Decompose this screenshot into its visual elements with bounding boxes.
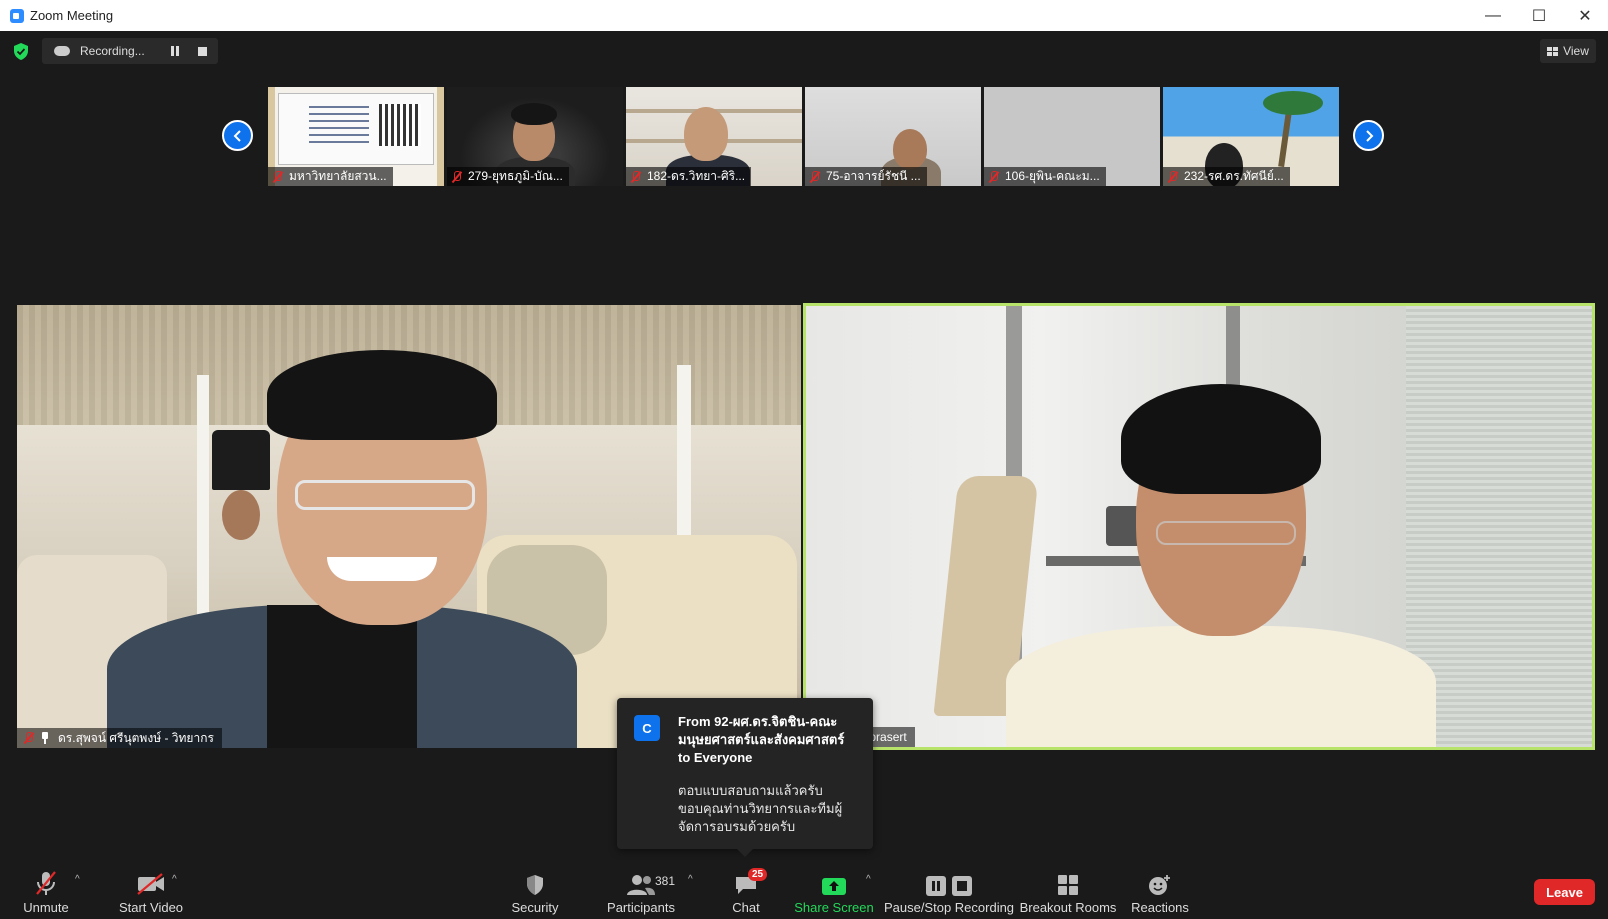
- share-options-caret[interactable]: ^: [866, 874, 871, 885]
- chevron-right-icon: [1365, 129, 1373, 142]
- participant-name: ดร.สุพจน์ ศรีนุตพงษ์ - วิทยากร: [58, 730, 214, 745]
- chat-unread-badge: 25: [748, 868, 768, 881]
- pause-icon: [926, 876, 946, 896]
- cloud-recording-icon: [54, 46, 70, 56]
- mic-muted-icon: [23, 732, 34, 744]
- participant-thumbnail[interactable]: มหาวิทยาลัยสวน...: [268, 87, 444, 186]
- mic-muted-icon: [630, 170, 641, 183]
- chat-sender-line: From 92-ผศ.ดร.จิตชิน-คณะมนุษยศาสตร์และสั…: [678, 714, 845, 765]
- recording-status-text: Recording...: [80, 44, 145, 58]
- participants-count: 381: [655, 874, 676, 888]
- speaker-video-right-active[interactable]: arn moungprasert: [803, 303, 1595, 750]
- mic-muted-icon: [451, 170, 462, 183]
- sender-avatar: C: [634, 715, 660, 741]
- mic-muted-icon: [36, 871, 56, 895]
- security-button[interactable]: Security: [506, 860, 564, 919]
- share-screen-icon: [822, 878, 846, 895]
- mic-muted-icon: [1167, 170, 1178, 183]
- spotlight-pin-icon: [40, 732, 50, 744]
- participant-name: มหาวิทยาลัยสวน...: [289, 169, 387, 183]
- grid-view-icon: [1547, 46, 1559, 56]
- title-bar: Zoom Meeting — ☐ ✕: [0, 0, 1608, 31]
- breakout-rooms-button[interactable]: Breakout Rooms: [1019, 860, 1117, 919]
- window-title: Zoom Meeting: [30, 8, 114, 23]
- recording-indicator: Recording...: [42, 38, 218, 64]
- meeting-status-bar: Recording... View: [0, 31, 1608, 71]
- mic-muted-icon: [988, 170, 999, 183]
- view-label: View: [1563, 44, 1589, 58]
- zoom-logo-icon: [10, 8, 24, 23]
- unmute-label: Unmute: [23, 900, 69, 915]
- reactions-button[interactable]: Reactions: [1131, 860, 1189, 919]
- pause-stop-recording-button[interactable]: Pause/Stop Recording: [884, 860, 1014, 919]
- maximize-button[interactable]: ☐: [1516, 0, 1562, 31]
- chat-notification-popup[interactable]: C From 92-ผศ.ดร.จิตชิน-คณะมนุษยศาสตร์และ…: [617, 698, 873, 857]
- participant-name: 279-ยุทธภูมิ-บัณ...: [468, 169, 563, 183]
- participants-icon: [627, 875, 655, 895]
- participant-name: 232-รศ.ดร.ทัศนีย์...: [1184, 169, 1284, 183]
- share-screen-label: Share Screen: [794, 900, 874, 915]
- encryption-shield-icon[interactable]: [13, 43, 29, 60]
- participant-thumbnail-strip: มหาวิทยาลัยสวน... 279-ยุทธภูมิ-บัณ... 18…: [268, 87, 1339, 186]
- participants-button[interactable]: Participants: [604, 860, 678, 919]
- reactions-label: Reactions: [1131, 900, 1189, 915]
- participant-thumbnail[interactable]: 232-รศ.ดร.ทัศนีย์...: [1163, 87, 1339, 186]
- speaker-video-left[interactable]: ดร.สุพจน์ ศรีนุตพงษ์ - วิทยากร: [17, 305, 801, 748]
- participant-thumbnail[interactable]: 75-อาจารย์รัชนี ...: [805, 87, 981, 186]
- qr-code-image: [379, 104, 421, 146]
- stop-recording-button[interactable]: [198, 47, 207, 56]
- participant-thumbnail[interactable]: 182-ดร.วิทยา-ศิริ...: [626, 87, 802, 186]
- shield-icon: [527, 875, 543, 895]
- next-page-button[interactable]: [1353, 120, 1384, 151]
- unmute-button[interactable]: Unmute: [18, 860, 74, 919]
- participants-label: Participants: [607, 900, 675, 915]
- participant-name: 75-อาจารย์รัชนี ...: [826, 169, 921, 183]
- shared-poster-image: [278, 93, 434, 165]
- participant-thumbnail[interactable]: 106-ยุพิน-คณะม...: [984, 87, 1160, 186]
- chevron-left-icon: [233, 129, 241, 142]
- participants-options-caret[interactable]: ^: [688, 874, 693, 885]
- previous-page-button[interactable]: [222, 120, 253, 151]
- video-off-icon: [137, 873, 164, 895]
- chat-label: Chat: [732, 900, 760, 915]
- start-video-label: Start Video: [118, 900, 184, 915]
- stop-icon: [952, 876, 972, 896]
- participant-name: 182-ดร.วิทยา-ศิริ...: [647, 169, 746, 183]
- chat-message-text: ตอบแบบสอบถามแล้วครับ ขอบคุณท่านวิทยากรแล…: [678, 783, 843, 834]
- security-label: Security: [511, 900, 559, 915]
- smiley-add-icon: [1149, 875, 1170, 895]
- video-nameplate: ดร.สุพจน์ ศรีนุตพงษ์ - วิทยากร: [17, 728, 222, 748]
- video-options-caret[interactable]: ^: [172, 874, 177, 885]
- meeting-toolbar: Unmute ^ Start Video ^ Security Particip…: [0, 860, 1608, 919]
- mic-muted-icon: [272, 170, 283, 183]
- pause-stop-recording-label: Pause/Stop Recording: [883, 900, 1015, 915]
- breakout-rooms-label: Breakout Rooms: [1019, 900, 1117, 915]
- share-screen-button[interactable]: Share Screen: [794, 860, 874, 919]
- minimize-button[interactable]: —: [1470, 0, 1516, 31]
- audio-options-caret[interactable]: ^: [75, 874, 80, 885]
- mic-muted-icon: [809, 170, 820, 183]
- start-video-button[interactable]: Start Video: [106, 860, 196, 919]
- pause-recording-button[interactable]: [170, 46, 180, 56]
- breakout-rooms-icon: [1058, 875, 1078, 895]
- participant-thumbnail[interactable]: 279-ยุทธภูมิ-บัณ...: [447, 87, 623, 186]
- view-button[interactable]: View: [1540, 39, 1596, 63]
- close-button[interactable]: ✕: [1562, 0, 1608, 31]
- leave-button[interactable]: Leave: [1534, 879, 1595, 905]
- participant-name: 106-ยุพิน-คณะม...: [1005, 169, 1100, 183]
